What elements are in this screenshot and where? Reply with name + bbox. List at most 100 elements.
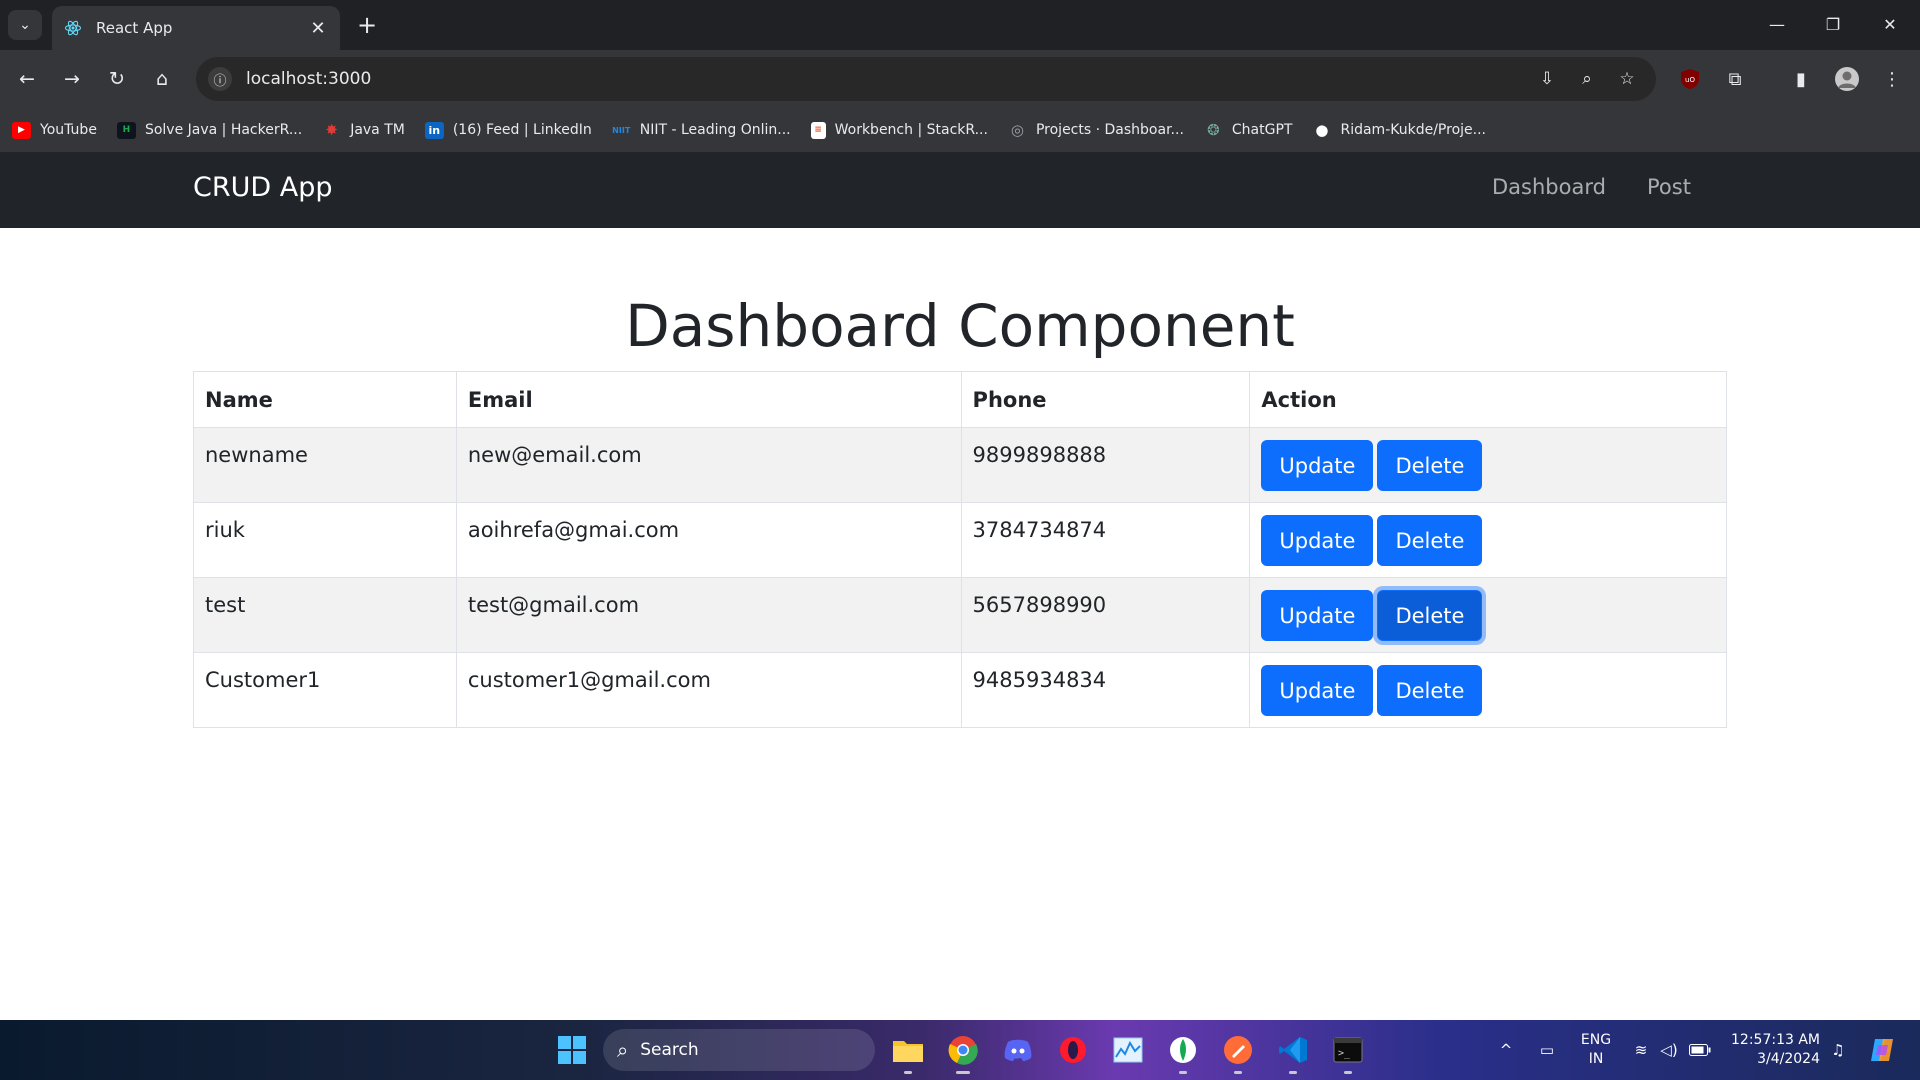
url-text[interactable]: localhost:3000 [246,69,371,89]
cell-name: test [193,577,457,653]
cell-email: test@gmail.com [455,577,962,653]
battery-icon[interactable] [1688,1020,1712,1080]
running-indicator [1344,1071,1352,1074]
running-indicator [956,1071,970,1074]
cell-actions: Update Delete [1249,502,1727,578]
browser-tabstrip: ⌄ React App ✕ + — ❐ ✕ [0,0,1920,50]
bookmark-projects-dashboard[interactable]: ◎ Projects · Dashboar... [1008,121,1184,139]
home-icon[interactable]: ⌂ [146,63,178,95]
cell-phone: 9485934834 [960,652,1251,728]
install-app-icon[interactable]: ⇩ [1534,66,1560,92]
table-header-row: Name Email Phone Action [193,371,1727,428]
wifi-icon[interactable]: ≋ [1630,1020,1652,1080]
users-table: Name Email Phone Action newname new@emai… [193,371,1727,728]
extensions-puzzle-icon[interactable]: ⧉ [1719,63,1751,95]
profile-avatar[interactable] [1831,63,1863,95]
running-indicator [1289,1071,1297,1074]
column-header-phone: Phone [960,371,1251,428]
postman-icon[interactable] [1218,1030,1258,1074]
react-icon [64,19,82,37]
chrome-icon[interactable] [943,1030,983,1074]
volume-icon[interactable]: ◁) [1658,1020,1680,1080]
bookmarks-bar: ▶ YouTube H Solve Java | HackerR... ✸ Java … [0,108,1920,152]
delete-button[interactable]: Delete [1377,440,1483,491]
bookmark-stackroute[interactable]: ≡ Workbench | StackR... [810,121,988,139]
bookmark-linkedin[interactable]: in (16) Feed | LinkedIn [424,121,592,139]
bookmark-github[interactable]: ● Ridam-Kukde/Proje... [1312,121,1486,139]
bookmark-label: Workbench | StackR... [834,122,988,138]
taskbar-search-box[interactable]: ⌕ Search [603,1029,875,1071]
mongodb-compass-icon[interactable] [1163,1030,1203,1074]
cell-phone: 5657898990 [960,577,1251,653]
reload-icon[interactable]: ↻ [101,63,133,95]
delete-button[interactable]: Delete [1377,515,1483,566]
new-tab-plus-icon[interactable]: + [352,10,382,40]
java-icon: ✸ [325,121,338,139]
search-icon: ⌕ [617,1038,629,1062]
cell-name: newname [193,427,457,503]
nav-link-post[interactable]: Post [1647,175,1691,199]
bookmark-chatgpt[interactable]: ❂ ChatGPT [1204,121,1292,139]
site-info-icon[interactable]: ⓘ [208,67,232,91]
address-bar[interactable]: ⓘ localhost:3000 ⇩ ⌕ ☆ [196,57,1656,101]
column-header-action: Action [1249,371,1727,428]
vscode-icon[interactable] [1273,1030,1313,1074]
update-button[interactable]: Update [1261,440,1374,491]
back-arrow-icon[interactable]: ← [11,63,43,95]
discord-icon[interactable] [998,1030,1038,1070]
tab-title: React App [96,19,173,37]
bookmark-label: Solve Java | HackerR... [144,122,303,138]
bookmark-youtube[interactable]: ▶ YouTube [12,121,97,139]
running-indicator [904,1071,912,1074]
minimize-icon[interactable]: — [1753,8,1801,40]
bookmark-niit[interactable]: NIIT NIIT - Leading Onlin... [612,122,790,139]
svg-text:>_: >_ [1338,1048,1351,1059]
cell-actions: Update Delete [1249,577,1727,653]
nav-link-dashboard[interactable]: Dashboard [1492,175,1606,199]
table-row: Customer1 customer1@gmail.com 9485934834… [193,652,1727,728]
cell-actions: Update Delete [1249,427,1727,503]
ublock-extension-icon[interactable]: uO [1674,63,1706,95]
forward-arrow-icon[interactable]: → [56,63,88,95]
close-window-icon[interactable]: ✕ [1866,8,1914,40]
chrome-menu-icon[interactable]: ⋮ [1876,63,1908,95]
navbar-brand[interactable]: CRUD App [193,172,333,203]
clock-date: 3/4/2024 [1757,1051,1820,1067]
cell-phone: 9899898888 [960,427,1251,503]
clock[interactable]: 12:57:13 AM 3/4/2024 [1728,1020,1820,1080]
zoom-icon[interactable]: ⌕ [1574,66,1600,92]
touch-keyboard-icon[interactable]: ▭ [1534,1020,1560,1080]
side-panel-icon[interactable]: ▮ [1785,63,1817,95]
update-button[interactable]: Update [1261,665,1374,716]
bookmark-label: (16) Feed | LinkedIn [452,122,592,138]
resource-monitor-icon[interactable] [1108,1030,1148,1070]
terminal-icon[interactable]: >_ [1328,1030,1368,1074]
column-header-email: Email [455,371,962,428]
bookmark-java-tm[interactable]: ✸ Java TM [322,121,404,139]
cell-email: customer1@gmail.com [455,652,962,728]
opera-icon[interactable] [1053,1030,1093,1070]
bookmark-label: Projects · Dashboar... [1035,122,1184,138]
app-navbar: CRUD App Dashboard Post [0,152,1920,228]
windows-start-icon[interactable] [552,1030,592,1070]
tab-close-icon[interactable]: ✕ [308,18,328,39]
notification-bell-icon[interactable]: ♫ [1826,1020,1850,1080]
delete-button[interactable]: Delete [1377,590,1483,641]
bookmark-label: YouTube [40,122,97,138]
browser-tab-active[interactable]: React App ✕ [52,6,340,50]
copilot-icon[interactable] [1864,1020,1900,1080]
cell-phone: 3784734874 [960,502,1251,578]
show-hidden-icons-chevron-icon[interactable]: ^ [1496,1020,1516,1080]
update-button[interactable]: Update [1261,515,1374,566]
cell-email: new@email.com [455,427,962,503]
update-button[interactable]: Update [1261,590,1374,641]
windows-taskbar: ⌕ Search >_ ^ ▭ ENG IN ≋ ◁) 12:57:13 AM … [0,1020,1920,1080]
tab-search-chevron-icon[interactable]: ⌄ [8,10,42,40]
file-explorer-icon[interactable] [888,1030,928,1074]
bookmark-hackerrank[interactable]: H Solve Java | HackerR... [116,121,303,139]
delete-button[interactable]: Delete [1377,665,1483,716]
restore-icon[interactable]: ❐ [1809,8,1857,40]
bookmark-star-icon[interactable]: ☆ [1614,66,1640,92]
clock-time: 12:57:13 AM [1731,1032,1820,1048]
input-language-indicator[interactable]: ENG IN [1576,1020,1616,1080]
